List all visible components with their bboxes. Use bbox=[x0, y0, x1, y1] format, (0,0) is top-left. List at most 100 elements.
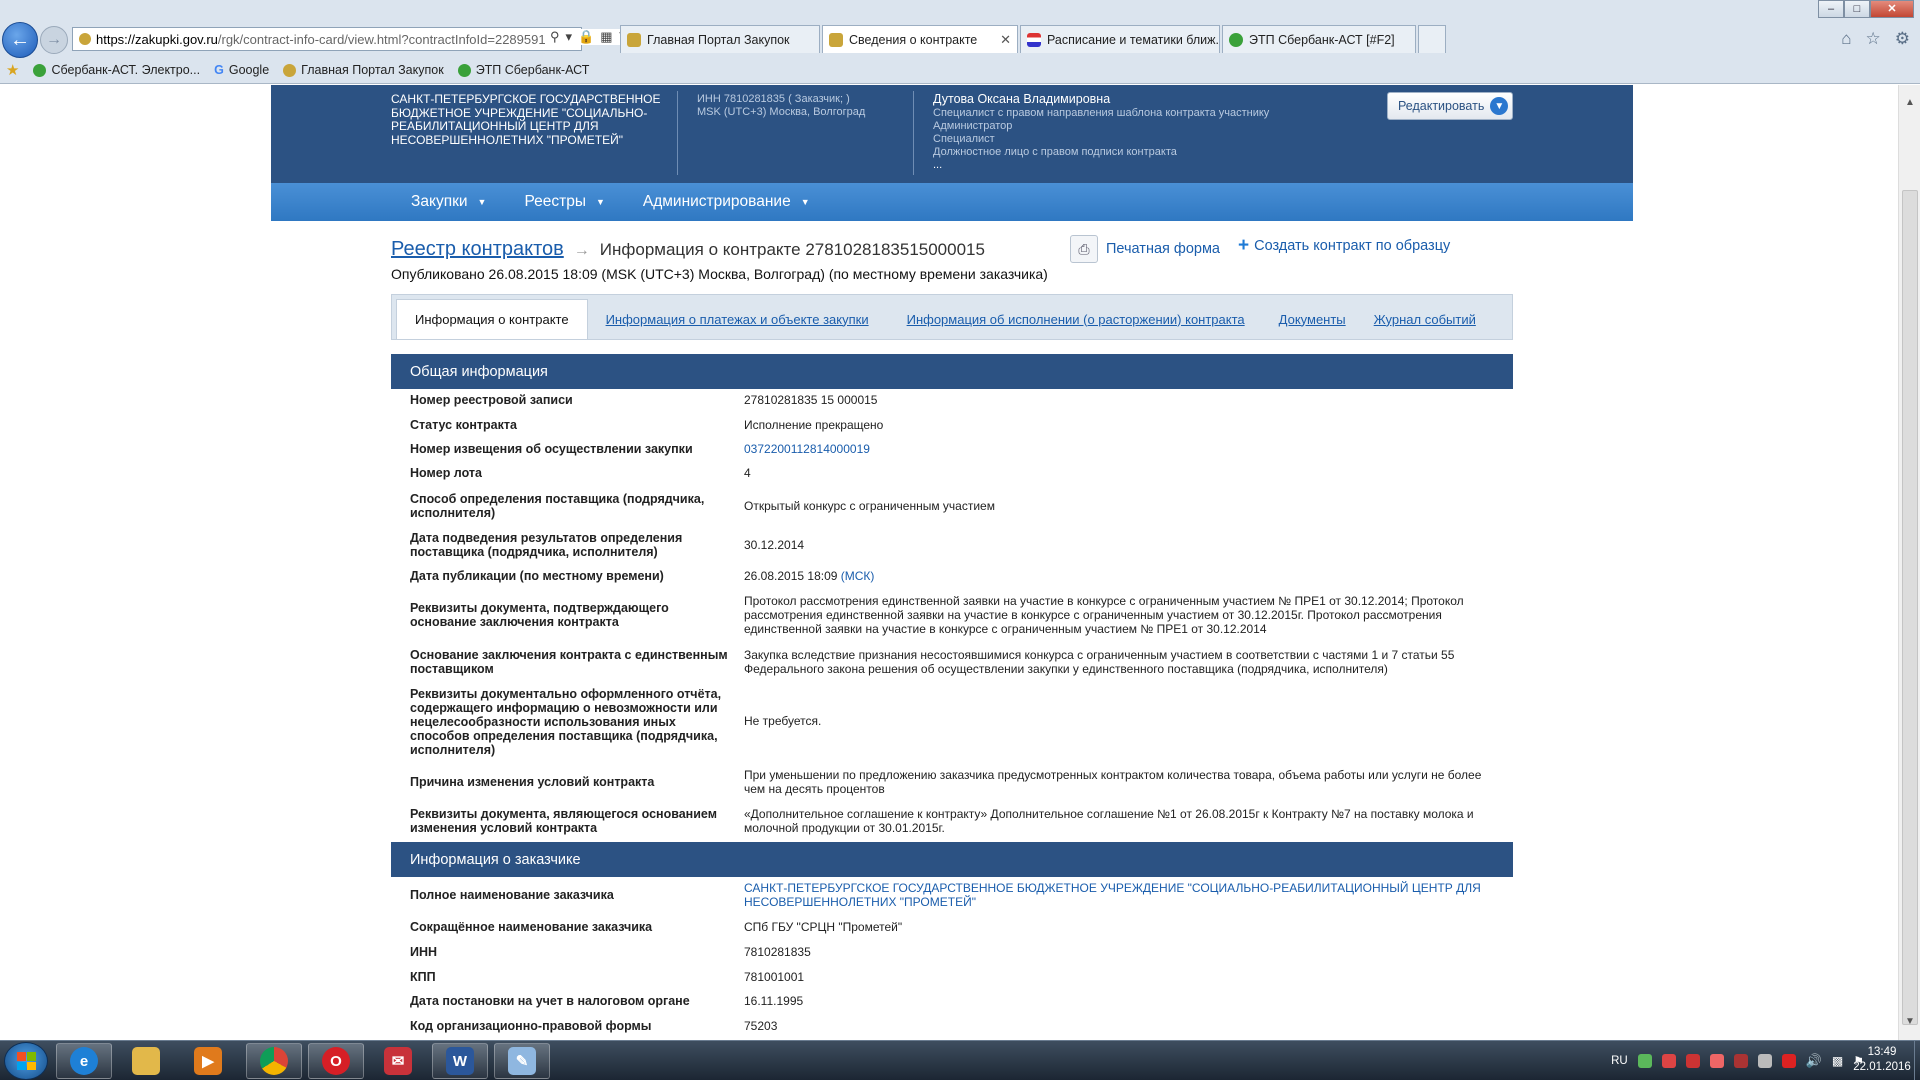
row-label: Номер извещения об осуществлении закупки bbox=[410, 442, 693, 456]
info-row: ИНН 7810281835 bbox=[410, 945, 1500, 959]
user-role-more[interactable]: ... bbox=[933, 159, 1269, 172]
close-tab-icon[interactable]: ✕ bbox=[1000, 32, 1011, 48]
tab-execution[interactable]: Информация об исполнении (о расторжении)… bbox=[887, 299, 1265, 339]
breadcrumb-link-contracts-registry[interactable]: Реестр контрактов bbox=[391, 238, 564, 261]
info-row: Способ определения поставщика (подрядчик… bbox=[410, 492, 1500, 520]
favorite-item[interactable]: ЭТП Сбербанк-АСТ bbox=[457, 63, 589, 77]
row-value: Открытый конкурс с ограниченным участием bbox=[744, 499, 995, 513]
user-name[interactable]: Дутова Оксана Владимировна bbox=[933, 93, 1269, 106]
row-value: 7810281835 bbox=[744, 945, 811, 959]
media-player-icon: ▶ bbox=[194, 1047, 222, 1075]
taskbar-explorer[interactable] bbox=[118, 1043, 174, 1079]
lock-icon[interactable]: 🔒 bbox=[578, 29, 594, 45]
notice-number-link[interactable]: 0372200112814000019 bbox=[744, 442, 1484, 456]
edit-button[interactable]: Редактировать ▼ bbox=[1387, 92, 1513, 120]
windows-logo-icon bbox=[17, 1052, 36, 1070]
edit-button-label: Редактировать bbox=[1398, 99, 1485, 113]
row-value: 75203 bbox=[744, 1019, 778, 1033]
favorites-star-icon[interactable]: ☆ bbox=[1866, 29, 1881, 49]
page-scrollbar[interactable]: ▲ ▼ bbox=[1898, 85, 1920, 1040]
scroll-up-icon[interactable]: ▲ bbox=[1899, 97, 1920, 115]
favorite-label: Сбербанк-АСТ. Электро... bbox=[51, 63, 201, 77]
menu-item-registries[interactable]: Реестры ▼ bbox=[524, 193, 604, 211]
settings-gear-icon[interactable]: ⚙ bbox=[1895, 29, 1910, 49]
menu-item-administration[interactable]: Администрирование ▼ bbox=[643, 193, 810, 211]
browser-tab-2[interactable]: Сведения о контракте ✕ bbox=[822, 25, 1018, 53]
tray-app-icon[interactable] bbox=[1781, 1054, 1796, 1068]
tab-contract-info[interactable]: Информация о контракте bbox=[396, 299, 588, 339]
caret-down-icon: ▼ bbox=[800, 197, 810, 207]
volume-icon[interactable]: 🔊 bbox=[1806, 1053, 1822, 1069]
paint-icon: ✎ bbox=[508, 1047, 536, 1075]
tray-app-icon[interactable] bbox=[1709, 1054, 1724, 1068]
start-button[interactable] bbox=[4, 1042, 48, 1080]
minimize-button[interactable]: – bbox=[1818, 0, 1844, 18]
favorites-star-add-icon[interactable]: ★ bbox=[6, 61, 19, 79]
row-label: Реквизиты документально оформленного отч… bbox=[410, 687, 722, 757]
language-indicator[interactable]: RU bbox=[1611, 1055, 1628, 1067]
taskbar-word[interactable]: W bbox=[432, 1043, 488, 1079]
scrollbar-thumb[interactable] bbox=[1902, 190, 1918, 1025]
user-role: Специалист с правом направления шаблона … bbox=[933, 107, 1270, 119]
back-button[interactable]: ← bbox=[2, 22, 38, 58]
timezone-link[interactable]: (МСК) bbox=[841, 569, 875, 583]
row-value: 26.08.2015 18:09 (МСК) bbox=[744, 569, 1484, 583]
tab-payments[interactable]: Информация о платежах и объекте закупки bbox=[588, 299, 887, 339]
menu-item-label: Закупки bbox=[411, 193, 468, 210]
new-tab-button[interactable] bbox=[1418, 25, 1446, 53]
compat-icon[interactable]: ▦ bbox=[600, 29, 612, 45]
home-icon[interactable]: ⌂ bbox=[1841, 29, 1851, 49]
print-form-button[interactable]: ⎙ Печатная форма bbox=[1070, 235, 1220, 263]
dropdown-icon[interactable]: ▾ bbox=[566, 29, 573, 45]
close-window-button[interactable]: ✕ bbox=[1870, 0, 1914, 18]
browser-tab-3[interactable]: Расписание и тематики ближ... bbox=[1020, 25, 1220, 53]
favorite-item[interactable]: G Google bbox=[214, 63, 269, 77]
info-row: КПП 781001001 bbox=[410, 970, 1500, 984]
row-value: 16.11.1995 bbox=[744, 994, 804, 1008]
row-value: Не требуется. bbox=[744, 714, 822, 728]
forward-button[interactable]: → bbox=[40, 26, 68, 54]
internet-explorer-icon: e bbox=[70, 1047, 98, 1075]
browser-tab-1[interactable]: Главная Портал Закупок bbox=[620, 25, 820, 53]
customer-name-link[interactable]: САНКТ-ПЕТЕРБУРГСКОЕ ГОСУДАРСТВЕННОЕ БЮДЖ… bbox=[744, 881, 1484, 909]
taskbar-ie[interactable]: e bbox=[56, 1043, 112, 1079]
taskbar-paint[interactable]: ✎ bbox=[494, 1043, 550, 1079]
row-label: ИНН bbox=[410, 945, 438, 959]
emblem-icon bbox=[829, 32, 843, 47]
google-icon: G bbox=[214, 63, 224, 77]
info-row: Сокращённое наименование заказчика СПб Г… bbox=[410, 920, 1500, 934]
browser-tab-4[interactable]: ЭТП Сбербанк-АСТ [#F2] bbox=[1222, 25, 1416, 53]
show-desktop-button[interactable] bbox=[1914, 1041, 1920, 1080]
taskbar-chrome[interactable] bbox=[246, 1043, 302, 1079]
system-tray: RU 🔊 ▩ ⚑ bbox=[1611, 1041, 1864, 1080]
browser-chrome: ← → https://zakupki.gov.ru/rgk/contract-… bbox=[0, 0, 1920, 84]
favorite-item[interactable]: Главная Портал Закупок bbox=[283, 63, 444, 77]
tab-documents[interactable]: Документы bbox=[1265, 299, 1360, 339]
taskbar-media-player[interactable]: ▶ bbox=[180, 1043, 236, 1079]
main-menu: Закупки ▼ Реестры ▼ Администрирование ▼ bbox=[271, 183, 1633, 221]
network-signal-icon[interactable]: ▩ bbox=[1832, 1054, 1843, 1068]
tray-app-icon[interactable] bbox=[1757, 1054, 1772, 1068]
tray-app-icon[interactable] bbox=[1661, 1054, 1676, 1068]
tab-event-log[interactable]: Журнал событий bbox=[1360, 299, 1490, 339]
favorite-item[interactable]: Сбербанк-АСТ. Электро... bbox=[33, 63, 200, 77]
create-contract-button[interactable]: + Создать контракт по образцу bbox=[1238, 235, 1450, 257]
arrow-right-icon: → bbox=[573, 242, 590, 259]
scroll-down-icon[interactable]: ▼ bbox=[1899, 1016, 1920, 1034]
chevron-down-icon: ▼ bbox=[1490, 97, 1509, 115]
menu-item-purchases[interactable]: Закупки ▼ bbox=[411, 193, 486, 211]
tray-app-icon[interactable] bbox=[1685, 1054, 1700, 1068]
tray-app-icon[interactable] bbox=[1637, 1054, 1652, 1068]
clock-date: 22.01.2016 bbox=[1853, 1061, 1911, 1073]
search-icon[interactable]: ⚲ bbox=[550, 29, 560, 45]
taskbar-opera[interactable]: O bbox=[308, 1043, 364, 1079]
row-label: Сокращённое наименование заказчика bbox=[410, 920, 653, 934]
taskbar: e ▶ O ✉ W ✎ RU 🔊 ▩ ⚑ 13:49 22.01.2016 bbox=[0, 1040, 1920, 1080]
clock[interactable]: 13:49 22.01.2016 bbox=[1852, 1045, 1912, 1075]
address-bar[interactable]: https://zakupki.gov.ru/rgk/contract-info… bbox=[72, 27, 582, 51]
maximize-button[interactable]: □ bbox=[1844, 0, 1870, 18]
site-header: САНКТ-ПЕТЕРБУРГСКОЕ ГОСУДАРСТВЕННОЕ БЮДЖ… bbox=[271, 85, 1633, 183]
taskbar-mail[interactable]: ✉ bbox=[370, 1043, 426, 1079]
tray-app-icon[interactable] bbox=[1733, 1054, 1748, 1068]
row-value: Закупка вследствие признания несостоявши… bbox=[744, 648, 1455, 676]
